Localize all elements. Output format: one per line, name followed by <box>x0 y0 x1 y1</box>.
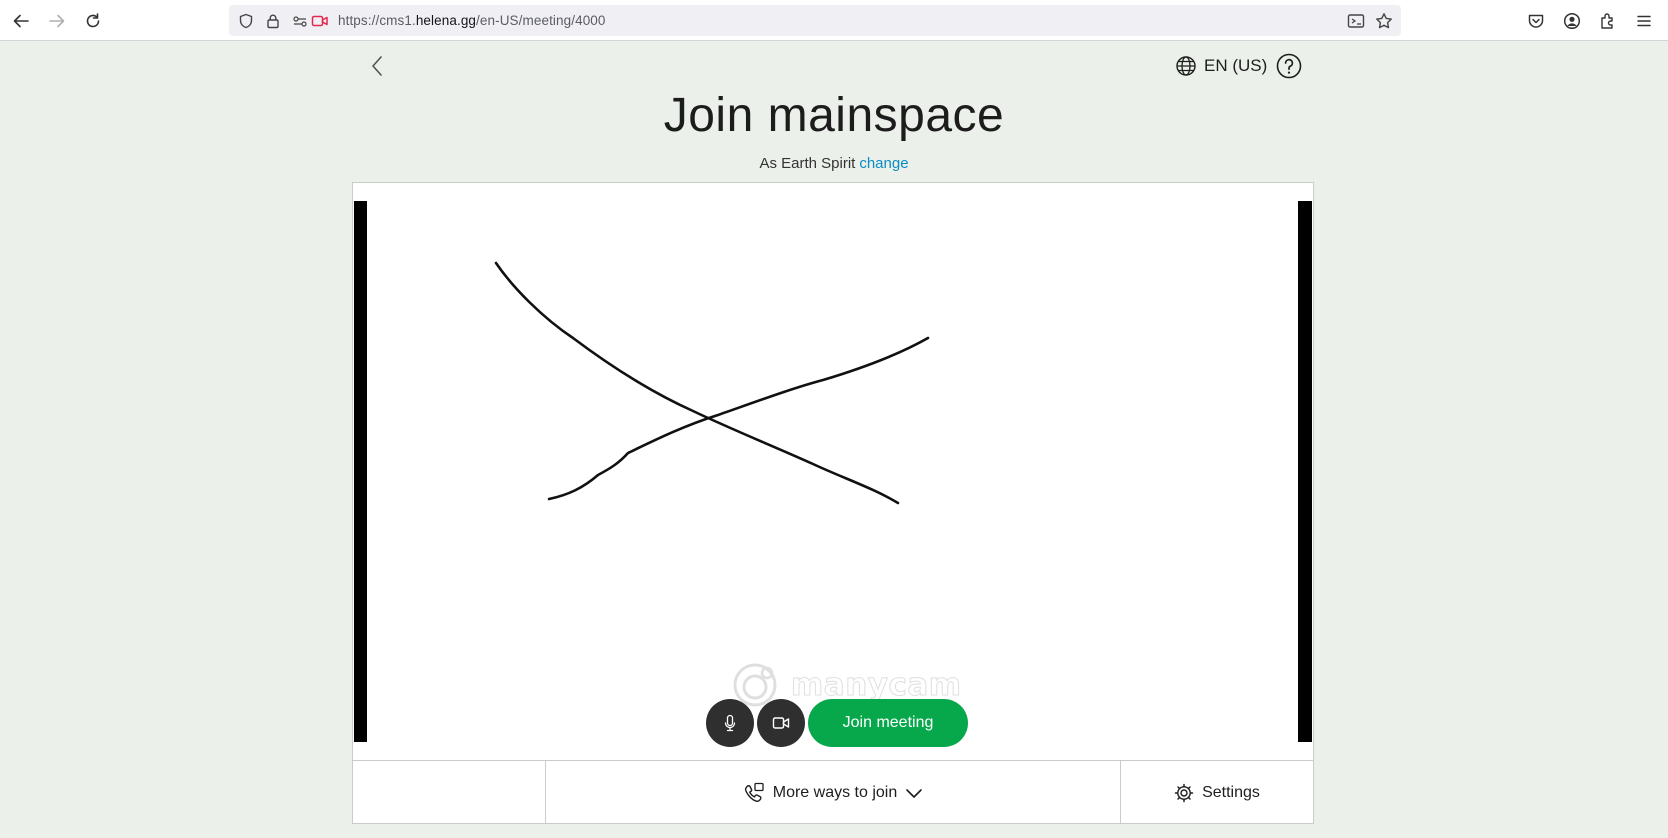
preview-card: manycam Join meeting More ways to join S… <box>352 182 1314 824</box>
chevron-left-icon[interactable] <box>366 52 388 80</box>
camera-preview: manycam Join meeting <box>353 183 1313 760</box>
url-text[interactable]: https://cms1.helena.gg/en-US/meeting/400… <box>338 13 606 28</box>
extensions-icon[interactable] <box>1595 8 1621 34</box>
help-icon[interactable] <box>1276 53 1302 79</box>
preview-footer: More ways to join Settings <box>353 760 1313 824</box>
browser-toolbar: https://cms1.helena.gg/en-US/meeting/400… <box>0 0 1668 41</box>
bookmark-star-icon[interactable] <box>1375 12 1393 30</box>
join-as-line: As Earth Spirit change <box>0 155 1668 172</box>
watermark-text: manycam <box>791 667 962 704</box>
address-bar[interactable]: https://cms1.helena.gg/en-US/meeting/400… <box>229 5 1401 36</box>
settings-label: Settings <box>1202 783 1260 801</box>
camera-icon <box>772 716 790 730</box>
reader-view-icon[interactable] <box>1347 12 1365 30</box>
shield-icon[interactable] <box>237 12 255 30</box>
camera-toggle-button[interactable] <box>757 699 805 747</box>
lock-icon[interactable] <box>264 12 282 30</box>
join-meeting-button[interactable]: Join meeting <box>808 699 968 747</box>
reload-icon[interactable] <box>80 8 106 34</box>
change-name-link[interactable]: change <box>859 155 908 172</box>
page-title: Join mainspace <box>663 89 1005 142</box>
microphone-icon <box>723 714 737 732</box>
microphone-toggle-button[interactable] <box>706 699 754 747</box>
settings-button[interactable]: Settings <box>1121 761 1313 824</box>
more-ways-to-join-button[interactable]: More ways to join <box>546 761 1121 824</box>
language-selector[interactable]: EN (US) <box>1175 53 1267 79</box>
phone-icon <box>743 782 765 804</box>
pocket-icon[interactable] <box>1523 8 1549 34</box>
join-as-name: As Earth Spirit <box>759 155 856 172</box>
more-ways-label: More ways to join <box>772 783 898 801</box>
chevron-down-icon <box>905 787 923 799</box>
language-label: EN (US) <box>1204 56 1268 75</box>
back-arrow-icon[interactable] <box>8 8 34 34</box>
menu-icon[interactable] <box>1631 8 1657 34</box>
forward-arrow-icon[interactable] <box>44 8 70 34</box>
globe-icon <box>1175 55 1197 77</box>
footer-empty-cell <box>353 761 546 824</box>
account-icon[interactable] <box>1559 8 1585 34</box>
permissions-icon[interactable] <box>291 12 309 30</box>
gear-icon <box>1174 783 1194 803</box>
camera-sharing-icon[interactable] <box>311 12 329 30</box>
